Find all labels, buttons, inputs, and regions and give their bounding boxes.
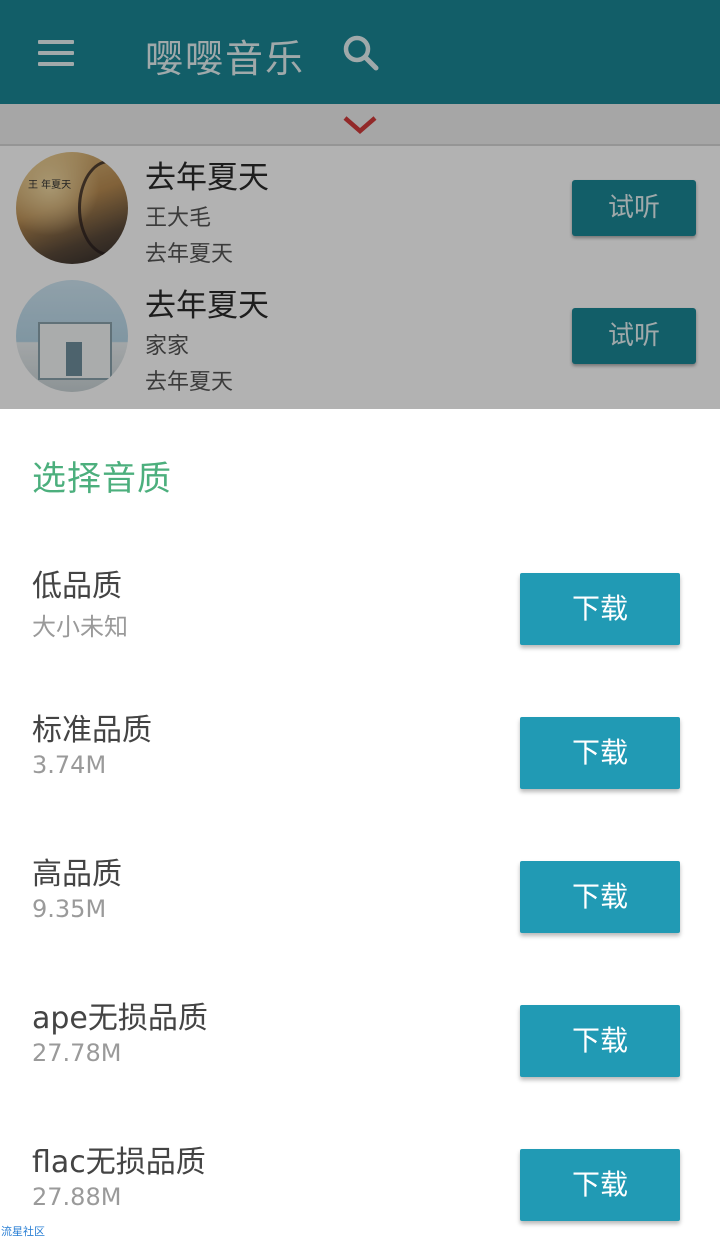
download-button[interactable]: 下载	[520, 1005, 680, 1077]
quality-option-low: 低品质 大小未知 下载	[0, 561, 720, 681]
quality-option-flac: flac无损品质 27.88M 下载	[0, 1137, 720, 1257]
download-button[interactable]: 下载	[520, 717, 680, 789]
quality-name: flac无损品质	[32, 1145, 206, 1180]
quality-name: 标准品质	[32, 713, 152, 748]
quality-name: 高品质	[32, 857, 122, 892]
quality-option-standard: 标准品质 3.74M 下载	[0, 705, 720, 825]
quality-name: 低品质	[32, 569, 122, 604]
quality-size: 27.78M	[32, 1039, 122, 1067]
quality-option-high: 高品质 9.35M 下载	[0, 849, 720, 969]
quality-size: 3.74M	[32, 751, 107, 779]
download-button[interactable]: 下载	[520, 1149, 680, 1221]
download-button[interactable]: 下载	[520, 573, 680, 645]
watermark: 流星社区	[1, 1225, 45, 1238]
quality-name: ape无损品质	[32, 1001, 208, 1036]
download-button[interactable]: 下载	[520, 861, 680, 933]
dim-overlay[interactable]	[0, 0, 720, 409]
quality-bottom-sheet: 选择音质 低品质 大小未知 下载 标准品质 3.74M 下载 高品质 9.35M…	[0, 409, 720, 1236]
quality-size: 大小未知	[32, 613, 128, 641]
sheet-title: 选择音质	[32, 459, 172, 499]
quality-size: 9.35M	[32, 895, 107, 923]
quality-option-ape: ape无损品质 27.78M 下载	[0, 993, 720, 1113]
quality-size: 27.88M	[32, 1183, 122, 1211]
